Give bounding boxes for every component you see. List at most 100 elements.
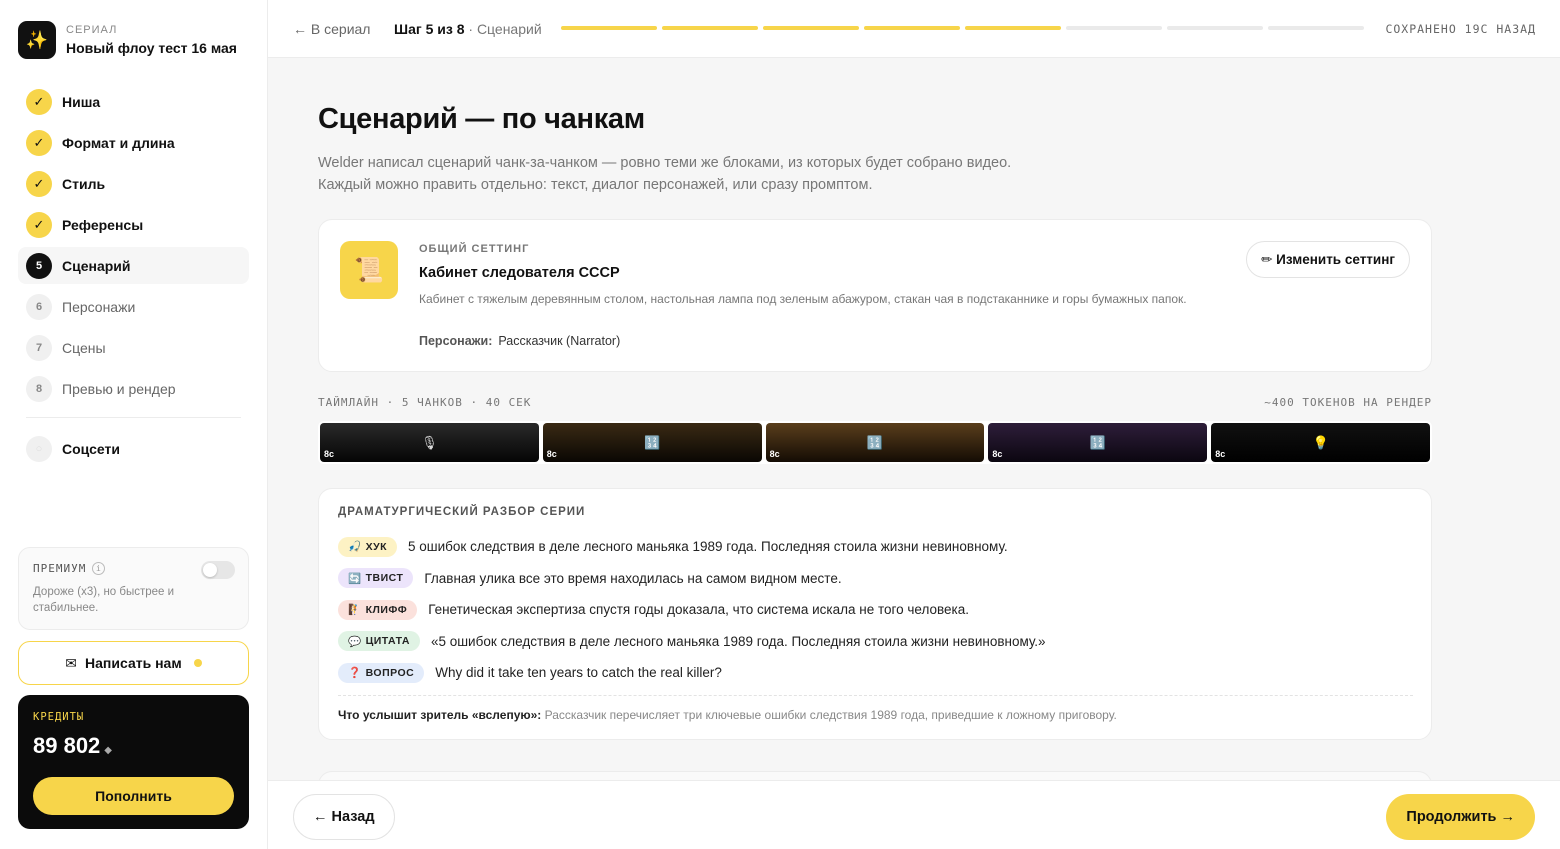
tag-icon: ❓ <box>348 667 362 680</box>
save-status: СОХРАНЕНО 19С НАЗАД <box>1385 22 1536 36</box>
tag-label: ЦИТАТА <box>365 635 410 648</box>
step-number-badge: 6 <box>26 293 52 320</box>
dramaturgy-text: 5 ошибок следствия в деле лесного маньяк… <box>408 539 1008 555</box>
sidebar-item-step[interactable]: ✓ Референсы <box>18 206 249 243</box>
progress-segment <box>561 26 657 30</box>
sidebar-item-label: Формат и длина <box>62 134 175 151</box>
dramaturgy-text: Why did it take ten years to catch the r… <box>435 665 722 681</box>
dramaturgy-kicker: ДРАМАТУРГИЧЕСКИЙ РАЗБОР СЕРИИ <box>338 506 586 518</box>
series-kicker: Сериал <box>66 24 118 36</box>
characters-label: Персонажи: <box>419 334 493 348</box>
premium-desc: Дороже (x3), но быстрее и стабильнее. <box>33 586 175 614</box>
chunk-duration: 8с <box>1215 449 1226 459</box>
info-icon[interactable]: i <box>92 562 106 575</box>
characters-value: Рассказчик (Narrator) <box>498 334 621 348</box>
progress-bar <box>561 26 1364 30</box>
lightbulb-icon: 💡 <box>1312 434 1329 450</box>
sidebar-item-step[interactable]: 8 Превью и рендер <box>18 370 249 407</box>
sidebar-item-step[interactable]: 7 Сцены <box>18 329 249 366</box>
sidebar-item-label: Сценарий <box>62 257 131 274</box>
topup-button[interactable]: Пополнить <box>33 777 234 815</box>
contact-label: Написать нам <box>85 655 182 671</box>
page-description-line: Welder написал сценарий чанк-за-чанком —… <box>318 155 1012 171</box>
sidebar-item-step[interactable]: ✓ Формат и длина <box>18 124 249 161</box>
numbers-icon: 🔢 <box>644 434 661 450</box>
notification-dot <box>193 659 202 667</box>
dramaturgy-tag: 💬 ЦИТАТА <box>338 631 420 652</box>
timeline-chunk[interactable]: 💡 8с <box>1211 423 1430 462</box>
step-name: · Сценарий <box>464 21 542 37</box>
progress-segment <box>662 26 758 30</box>
series-header[interactable]: ✨ Сериал Новый флоу тест 16 мая <box>18 21 237 59</box>
timeline-chunk[interactable]: 🎙 8с <box>320 423 539 462</box>
step-nav: ✓ Ниша ✓ Формат и длина ✓ Стиль ✓ Референсы 5 Сце… <box>18 83 249 471</box>
edit-setting-button[interactable]: ✏ Изменить сеттинг <box>1246 241 1410 278</box>
step-count: Шаг 5 из 8 <box>394 21 465 37</box>
chunk-duration: 8с <box>992 449 1003 459</box>
premium-toggle[interactable] <box>201 561 235 579</box>
microphone-icon: 🎙 <box>421 434 438 450</box>
credits-amount-value: 89 802 <box>33 733 101 758</box>
chunk-duration: 8с <box>324 449 335 459</box>
setting-card: 📜 ОБЩИЙ СЕТТИНГ Кабинет следователя СССР… <box>318 219 1432 372</box>
page-description-line: Каждый можно править отдельно: текст, ди… <box>318 177 873 193</box>
premium-card: ПРЕМИУМ i Дороже (x3), но быстрее и стаб… <box>18 547 249 630</box>
sidebar-item-label: Персонажи <box>62 298 136 315</box>
check-icon: ✓ <box>26 170 52 197</box>
page-description: Welder написал сценарий чанк-за-чанком —… <box>318 152 1011 196</box>
check-icon: ✓ <box>26 211 52 238</box>
timeline-summary: ТАЙМЛАЙН · 5 ЧАНКОВ · 40 СЕК <box>318 396 532 409</box>
scroll-icon: 📜 <box>340 241 398 299</box>
sidebar-item-step[interactable]: 6 Персонажи <box>18 288 249 325</box>
dramaturgy-row: ❓ ВОПРОС Why did it take ten years to catc… <box>338 657 1046 689</box>
divider <box>338 695 1413 696</box>
progress-segment <box>1167 26 1263 30</box>
timeline-chunk[interactable]: 🔢 8с <box>542 423 762 462</box>
step-number-badge: 7 <box>26 334 52 361</box>
dramaturgy-text: «5 ошибок следствия в деле лесного манья… <box>430 633 1046 649</box>
progress-segment <box>1066 26 1162 30</box>
step-number-badge: 5 <box>26 252 52 279</box>
setting-characters: Персонажи: Рассказчик (Narrator) <box>419 334 620 348</box>
dramaturgy-tag: 🔄 ТВИСТ <box>338 568 414 589</box>
progress-segment <box>965 26 1061 30</box>
tag-label: ХУК <box>365 540 388 553</box>
tag-icon: 💬 <box>348 635 362 648</box>
numbers-icon: 🔢 <box>1089 434 1106 450</box>
continue-button[interactable]: Продолжить → <box>1386 794 1535 840</box>
sidebar-item-socials[interactable]: ○ Соцсети <box>18 430 249 467</box>
check-icon: ✓ <box>26 129 52 156</box>
credits-amount: 89 802 ◆ <box>33 733 234 759</box>
setting-title: Кабинет следователя СССР <box>419 265 620 281</box>
back-to-series-link[interactable]: ← В сериал <box>293 21 370 37</box>
premium-label-text: ПРЕМИУМ <box>33 562 87 575</box>
progress-segment <box>1268 26 1364 30</box>
blind-summary: Что услышит зритель «вслепую»: Рассказчи… <box>338 708 1117 722</box>
numbers-icon: 🔢 <box>866 434 884 450</box>
dramaturgy-rows: 🎣 ХУК 5 ошибок следствия в деле лесного ма… <box>338 531 1046 689</box>
blind-label: Что услышит зритель «вслепую»: <box>338 708 542 722</box>
sidebar: ✨ Сериал Новый флоу тест 16 мая ✓ Ниша ✓ Фо… <box>0 0 268 849</box>
back-button[interactable]: ← Назад <box>293 794 395 840</box>
setting-thumb-glyph: 📜 <box>354 256 384 284</box>
series-title: Новый флоу тест 16 мая <box>66 40 237 56</box>
tag-label: ТВИСТ <box>365 572 404 585</box>
sidebar-item-step[interactable]: ✓ Стиль <box>18 165 249 202</box>
setting-description: Кабинет с тяжелым деревянным столом, нас… <box>419 292 1187 306</box>
sidebar-item-label: Сцены <box>62 339 106 356</box>
sidebar-item-label: Стиль <box>62 175 106 192</box>
main-content: Сценарий — по чанкам Welder написал сцен… <box>268 58 1560 780</box>
sidebar-item-step[interactable]: 5 Сценарий <box>18 247 249 284</box>
sidebar-item-step[interactable]: ✓ Ниша <box>18 83 249 120</box>
next-card-partial <box>318 771 1432 780</box>
timeline-chunk[interactable]: 🔢 8с <box>988 423 1208 462</box>
sidebar-item-label: Ниша <box>62 93 101 110</box>
contact-button[interactable]: ✉ Написать нам <box>18 641 249 685</box>
dramaturgy-card: ДРАМАТУРГИЧЕСКИЙ РАЗБОР СЕРИИ 🎣 ХУК 5 ошиб… <box>318 488 1432 740</box>
dramaturgy-row: 🎣 ХУК 5 ошибок следствия в деле лесного ма… <box>338 531 1046 563</box>
chunk-duration: 8с <box>546 449 557 459</box>
sidebar-item-label: Превью и рендер <box>62 380 176 397</box>
dramaturgy-row: 💬 ЦИТАТА «5 ошибок следствия в деле лесног… <box>338 626 1046 658</box>
timeline-chunk[interactable]: 🔢 8с <box>765 423 985 462</box>
step-indicator: Шаг 5 из 8 · Сценарий <box>394 21 542 37</box>
